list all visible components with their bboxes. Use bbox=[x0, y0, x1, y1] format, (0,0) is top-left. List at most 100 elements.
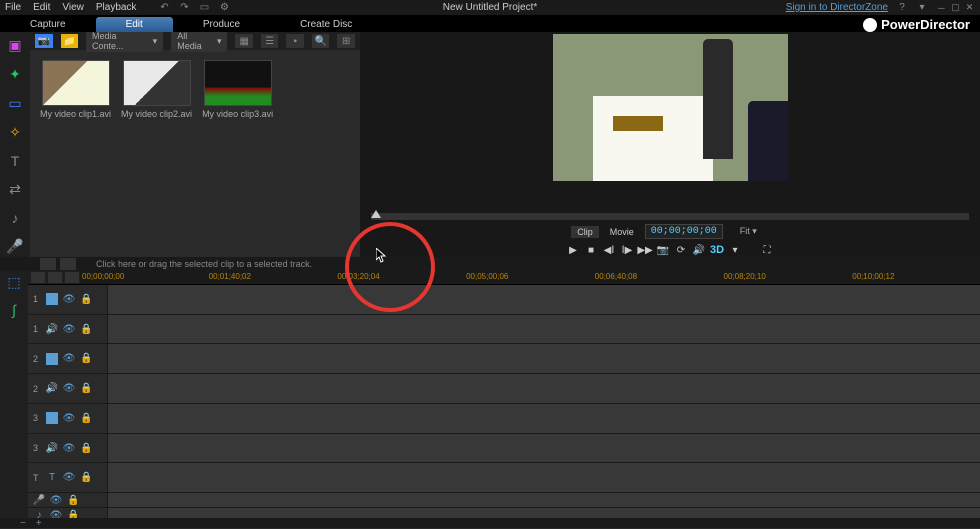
timeline-view-button[interactable] bbox=[40, 258, 56, 270]
title-track-icon[interactable]: T bbox=[46, 472, 58, 484]
pip-room-icon[interactable]: ▭ bbox=[6, 95, 24, 112]
import-folder-button[interactable]: 📁 bbox=[61, 34, 79, 48]
stop-button[interactable]: ■ bbox=[584, 243, 598, 257]
video-track-icon[interactable]: ▭ bbox=[46, 353, 58, 365]
filter-select[interactable]: All Media ▾ bbox=[171, 30, 227, 52]
svrt-icon[interactable]: ∫ bbox=[5, 301, 23, 319]
audio-track-icon[interactable]: 🔊 bbox=[46, 383, 58, 395]
visibility-icon[interactable]: 👁 bbox=[50, 494, 62, 506]
media-clip-2[interactable]: My video clip2.avi bbox=[121, 60, 192, 119]
preview-display[interactable] bbox=[553, 34, 788, 181]
zoom-out-button[interactable]: − bbox=[20, 518, 26, 529]
fast-forward-button[interactable]: ▶▶ bbox=[638, 243, 652, 257]
view-thumb-button[interactable]: ▦ bbox=[235, 34, 253, 48]
effect-room-icon[interactable]: ✦ bbox=[6, 66, 24, 83]
settings-icon[interactable]: ⚙ bbox=[218, 2, 230, 14]
preview-scrubber[interactable] bbox=[371, 213, 969, 220]
lock-icon[interactable]: 🔒 bbox=[80, 413, 92, 424]
lock-icon[interactable]: 🔒 bbox=[80, 294, 92, 305]
undo-icon[interactable]: ↶ bbox=[158, 2, 170, 14]
menu-edit[interactable]: Edit bbox=[33, 2, 50, 13]
track-lane[interactable] bbox=[108, 344, 980, 373]
volume-button[interactable]: 🔊 bbox=[692, 243, 706, 257]
video-track-icon[interactable]: ▭ bbox=[46, 293, 58, 305]
track-lane[interactable] bbox=[108, 463, 980, 492]
timeline-ruler[interactable]: 00;00;00;00 00;01;40;02 00;03;20;04 00;0… bbox=[80, 271, 980, 284]
next-frame-button[interactable]: Ⅰ▶ bbox=[620, 243, 634, 257]
track-video-1[interactable]: 1 ▭ 👁 🔒 bbox=[28, 285, 980, 315]
lib-menu-button[interactable]: ▪ bbox=[286, 34, 304, 48]
particle-room-icon[interactable]: ✧ bbox=[6, 124, 24, 141]
maximize-button[interactable]: ▢ bbox=[950, 2, 961, 13]
lock-icon[interactable]: 🔒 bbox=[80, 324, 92, 335]
track-video-3[interactable]: 3 ▭ 👁 🔒 bbox=[28, 404, 980, 434]
ruler-btn-1[interactable] bbox=[31, 272, 45, 283]
track-audio-3[interactable]: 3 🔊 👁 🔒 bbox=[28, 434, 980, 464]
track-lane[interactable] bbox=[108, 404, 980, 433]
import-media-button[interactable]: 📷 bbox=[35, 34, 53, 48]
signin-link[interactable]: Sign in to DirectorZone bbox=[786, 2, 888, 13]
lock-icon[interactable]: 🔒 bbox=[80, 472, 92, 483]
track-lane[interactable] bbox=[108, 434, 980, 463]
zoom-select[interactable]: Fit ▾ bbox=[728, 225, 769, 238]
snapshot-button[interactable]: 📷 bbox=[656, 243, 670, 257]
visibility-icon[interactable]: 👁 bbox=[63, 293, 75, 305]
track-title[interactable]: T T 👁 🔒 bbox=[28, 463, 980, 493]
undock-button[interactable]: ⛶ bbox=[760, 243, 774, 257]
help-icon[interactable]: ? bbox=[896, 2, 908, 14]
title-room-icon[interactable]: T bbox=[6, 153, 24, 169]
explorer-button[interactable]: ⊞ bbox=[337, 34, 355, 48]
3d-button[interactable]: 3D bbox=[710, 243, 724, 257]
audio-track-icon[interactable]: 🔊 bbox=[46, 323, 58, 335]
audio-track-icon[interactable]: 🔊 bbox=[46, 442, 58, 454]
audio-room-icon[interactable]: ♪ bbox=[6, 210, 24, 226]
visibility-icon[interactable]: 👁 bbox=[63, 442, 75, 454]
room-select[interactable]: Media Conte... ▾ bbox=[86, 30, 163, 52]
track-audio-2[interactable]: 2 🔊 👁 🔒 bbox=[28, 374, 980, 404]
visibility-icon[interactable]: 👁 bbox=[63, 353, 75, 365]
preview-tab-movie[interactable]: Movie bbox=[604, 226, 640, 238]
storyboard-view-button[interactable] bbox=[60, 258, 76, 270]
preview-tab-clip[interactable]: Clip bbox=[571, 226, 599, 238]
search-button[interactable]: 🔍 bbox=[312, 34, 330, 48]
menu-playback[interactable]: Playback bbox=[96, 2, 137, 13]
track-manager-icon[interactable]: ⬚ bbox=[5, 273, 23, 291]
tab-capture[interactable]: Capture bbox=[0, 17, 96, 32]
track-lane[interactable] bbox=[108, 285, 980, 314]
tab-produce[interactable]: Produce bbox=[173, 17, 270, 32]
prev-frame-button[interactable]: ◀Ⅰ bbox=[602, 243, 616, 257]
menu-file[interactable]: File bbox=[5, 2, 21, 13]
visibility-icon[interactable]: 👁 bbox=[63, 412, 75, 424]
ruler-btn-3[interactable] bbox=[65, 272, 79, 283]
lock-icon[interactable]: 🔒 bbox=[80, 383, 92, 394]
minimize-button[interactable]: ─ bbox=[936, 2, 947, 13]
transition-room-icon[interactable]: ⇄ bbox=[6, 181, 24, 198]
view-list-button[interactable]: ☰ bbox=[261, 34, 279, 48]
zoom-in-button[interactable]: + bbox=[36, 518, 42, 529]
ruler-btn-2[interactable] bbox=[48, 272, 62, 283]
menu-dropdown-icon[interactable]: ▾ bbox=[916, 2, 928, 14]
track-audio-1[interactable]: 1 🔊 👁 🔒 bbox=[28, 315, 980, 345]
voice-track-icon[interactable]: 🎤 bbox=[33, 494, 45, 506]
aspect-icon[interactable]: ▭ bbox=[198, 2, 210, 14]
track-video-2[interactable]: 2 ▭ 👁 🔒 bbox=[28, 344, 980, 374]
lock-icon[interactable]: 🔒 bbox=[80, 353, 92, 364]
lock-icon[interactable]: 🔒 bbox=[67, 495, 79, 506]
loop-button[interactable]: ⟳ bbox=[674, 243, 688, 257]
media-clip-3[interactable]: My video clip3.avi bbox=[202, 60, 273, 119]
track-lane[interactable] bbox=[108, 374, 980, 403]
track-voice[interactable]: 🎤 👁 🔒 bbox=[28, 493, 980, 508]
lock-icon[interactable]: 🔒 bbox=[80, 443, 92, 454]
voice-room-icon[interactable]: 🎤 bbox=[6, 238, 24, 255]
tab-create-disc[interactable]: Create Disc bbox=[270, 17, 382, 32]
redo-icon[interactable]: ↷ bbox=[178, 2, 190, 14]
timecode-display[interactable]: 00;00;00;00 bbox=[645, 224, 723, 239]
track-lane[interactable] bbox=[108, 315, 980, 344]
visibility-icon[interactable]: 👁 bbox=[63, 383, 75, 395]
track-lane[interactable] bbox=[108, 493, 980, 507]
media-room-icon[interactable]: ▣ bbox=[6, 37, 24, 54]
visibility-icon[interactable]: 👁 bbox=[63, 472, 75, 484]
playhead-icon[interactable] bbox=[371, 210, 381, 218]
3d-dropdown[interactable]: ▾ bbox=[728, 243, 742, 257]
video-track-icon[interactable]: ▭ bbox=[46, 412, 58, 424]
